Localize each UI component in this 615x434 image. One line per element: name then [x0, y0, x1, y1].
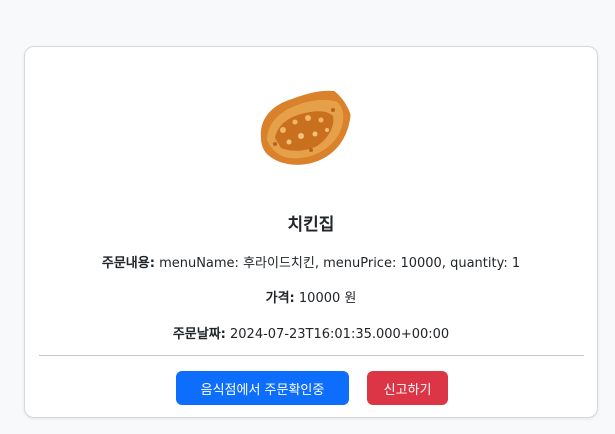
order-date-value: 2024-07-23T16:01:35.000+00:00 [230, 327, 450, 342]
order-date-line: 주문날짜: 2024-07-23T16:01:35.000+00:00 [25, 323, 597, 342]
order-date-label: 주문날짜: [172, 327, 226, 342]
order-content-line: 주문내용: menuName: 후라이드치킨, menuPrice: 10000… [25, 252, 597, 271]
order-price-value: 10000 원 [298, 291, 357, 306]
fried-chicken-image [253, 80, 353, 180]
order-confirm-status-button[interactable]: 음식점에서 주문확인중 [176, 371, 349, 405]
divider [39, 355, 584, 356]
report-button[interactable]: 신고하기 [367, 371, 448, 405]
order-content-label: 주문내용: [101, 256, 155, 271]
store-name: 치킨집 [287, 215, 335, 235]
order-content-value: menuName: 후라이드치킨, menuPrice: 10000, quan… [159, 256, 521, 271]
order-price-label: 가격: [265, 291, 295, 306]
order-price-line: 가격: 10000 원 [25, 287, 597, 306]
order-card: 치킨집 주문내용: menuName: 후라이드치킨, menuPrice: 1… [24, 46, 598, 418]
